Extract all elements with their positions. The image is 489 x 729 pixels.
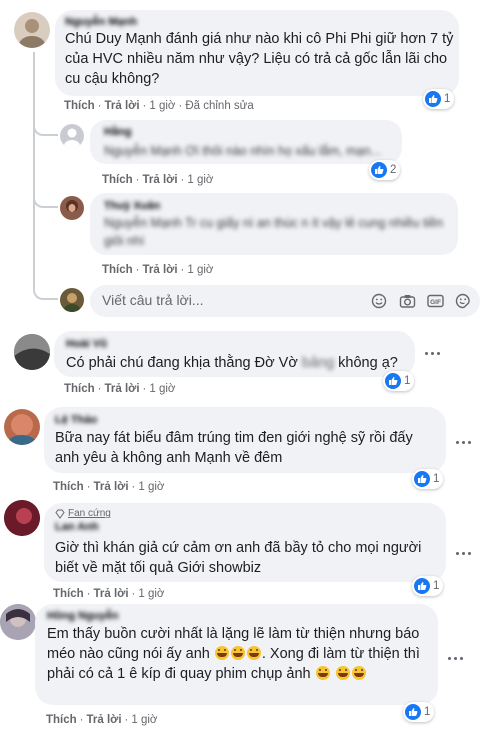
- comment-time[interactable]: 1 giờ: [131, 714, 157, 726]
- like-action[interactable]: Thích: [64, 100, 95, 112]
- comment-text: Em thấy buồn cười nhất là lặng lẽ làm từ…: [47, 626, 420, 682]
- more-options-icon[interactable]: [425, 347, 447, 359]
- like-icon: [371, 162, 387, 178]
- comment-author[interactable]: Hoài Vũ: [66, 338, 107, 350]
- fan-badge-label: Fan cứng: [68, 508, 111, 519]
- like-icon: [405, 704, 421, 720]
- reply-input-placeholder[interactable]: Viết câu trả lời...: [102, 292, 204, 308]
- comment-time[interactable]: 1 giờ: [187, 264, 213, 276]
- comment-text: Giờ thì khán giả cứ cảm ơn anh đã bầy tỏ…: [55, 540, 422, 576]
- reply-text: Nguyễn Mạnh Ơi thôi nào nhìn họ xấu lắm,…: [104, 144, 381, 158]
- thread-line: [33, 52, 35, 288]
- like-action[interactable]: Thích: [53, 588, 84, 600]
- like-action[interactable]: Thích: [102, 174, 133, 186]
- laughing-emoji-icon: [230, 646, 245, 660]
- reply-actions: Thích · Trả lời · 1 giờ: [102, 174, 214, 186]
- reply-author[interactable]: Thuỳ Xuân: [104, 200, 160, 212]
- avatar[interactable]: [60, 124, 84, 148]
- gif-icon[interactable]: GIF: [426, 292, 444, 310]
- sticker-icon[interactable]: [454, 292, 472, 310]
- reaction-count[interactable]: 1: [383, 371, 415, 391]
- more-options-icon[interactable]: [456, 436, 478, 448]
- comment-actions: Thích · Trả lời · 1 giờ: [53, 481, 165, 493]
- like-icon: [425, 91, 441, 107]
- avatar[interactable]: [0, 604, 36, 640]
- avatar[interactable]: [4, 500, 40, 536]
- comment-text: Chú Duy Mạnh đánh giá như nào khi cô Phi…: [65, 31, 454, 87]
- thread-connector: [33, 116, 58, 136]
- laughing-emoji-icon: [315, 666, 330, 680]
- like-icon: [414, 578, 430, 594]
- thread-connector: [33, 276, 58, 300]
- reply-action[interactable]: Trả lời: [143, 264, 178, 276]
- reaction-count[interactable]: 1: [412, 469, 444, 489]
- reply-author[interactable]: Hằng: [104, 126, 132, 138]
- svg-text:GIF: GIF: [430, 299, 441, 306]
- more-options-icon[interactable]: [456, 547, 478, 559]
- fan-badge[interactable]: Fan cứng: [55, 508, 111, 519]
- laughing-emoji-icon: [214, 646, 229, 660]
- reply-text: Nguyễn Mạnh Tr cu giấy nì an thúc n ít v…: [104, 216, 444, 248]
- avatar[interactable]: [4, 409, 40, 445]
- comment-time[interactable]: 1 giờ: [138, 481, 164, 493]
- diamond-icon: [55, 509, 65, 519]
- laughing-emoji-icon: [246, 646, 261, 660]
- comment-time[interactable]: 1 giờ: [149, 100, 175, 112]
- laughing-emoji-icon: [351, 666, 366, 680]
- avatar[interactable]: [14, 12, 50, 48]
- avatar[interactable]: [60, 196, 84, 220]
- comment-actions: Thích · Trả lời · 1 giờ: [64, 383, 176, 395]
- like-action[interactable]: Thích: [64, 383, 95, 395]
- thread-connector: [33, 190, 58, 208]
- reply-action[interactable]: Trả lời: [94, 588, 129, 600]
- current-user-avatar: [60, 288, 84, 312]
- comment-actions: Thích · Trả lời · 1 giờ: [53, 588, 165, 600]
- comment-author[interactable]: Lệ Thảo: [55, 414, 97, 426]
- reaction-count[interactable]: 1: [412, 576, 444, 596]
- blurred-word: bảng: [301, 355, 335, 371]
- reply-action[interactable]: Trả lời: [94, 481, 129, 493]
- comment-time[interactable]: 1 giờ: [187, 174, 213, 186]
- reaction-count[interactable]: 2: [369, 160, 401, 180]
- reply-actions: Thích · Trả lời · 1 giờ: [102, 264, 214, 276]
- reply-action[interactable]: Trả lời: [143, 174, 178, 186]
- like-action[interactable]: Thích: [46, 714, 77, 726]
- comment-actions: Thích · Trả lời · 1 giờ · Đã chỉnh sửa: [64, 100, 254, 112]
- comment-author[interactable]: Nguyễn Mạnh: [65, 16, 137, 28]
- like-icon: [385, 373, 401, 389]
- comment-time[interactable]: 1 giờ: [149, 383, 175, 395]
- like-icon: [414, 471, 430, 487]
- avatar[interactable]: [14, 334, 50, 370]
- reply-action[interactable]: Trả lời: [105, 100, 140, 112]
- more-options-icon[interactable]: [448, 652, 470, 664]
- smile-icon[interactable]: [370, 292, 388, 310]
- comment-time[interactable]: 1 giờ: [138, 588, 164, 600]
- edited-label: Đã chỉnh sửa: [185, 100, 254, 112]
- camera-icon[interactable]: [398, 292, 416, 310]
- like-action[interactable]: Thích: [102, 264, 133, 276]
- like-action[interactable]: Thích: [53, 481, 84, 493]
- comment-text: Bữa nay fát biểu đâm trúng tim đen giới …: [55, 430, 413, 466]
- laughing-emoji-icon: [335, 666, 350, 680]
- comment-author[interactable]: Hồng Nguyễn: [47, 610, 119, 622]
- comment-text: Có phải chú đang khịa thằng Đờ Vờ bảng k…: [66, 355, 398, 371]
- comment-author[interactable]: Lan Anh: [55, 521, 99, 533]
- reaction-count[interactable]: 1: [403, 702, 435, 722]
- reply-action[interactable]: Trả lời: [105, 383, 140, 395]
- comment-actions: Thích · Trả lời · 1 giờ: [46, 714, 158, 726]
- reply-action[interactable]: Trả lời: [87, 714, 122, 726]
- reaction-count[interactable]: 1: [423, 89, 455, 109]
